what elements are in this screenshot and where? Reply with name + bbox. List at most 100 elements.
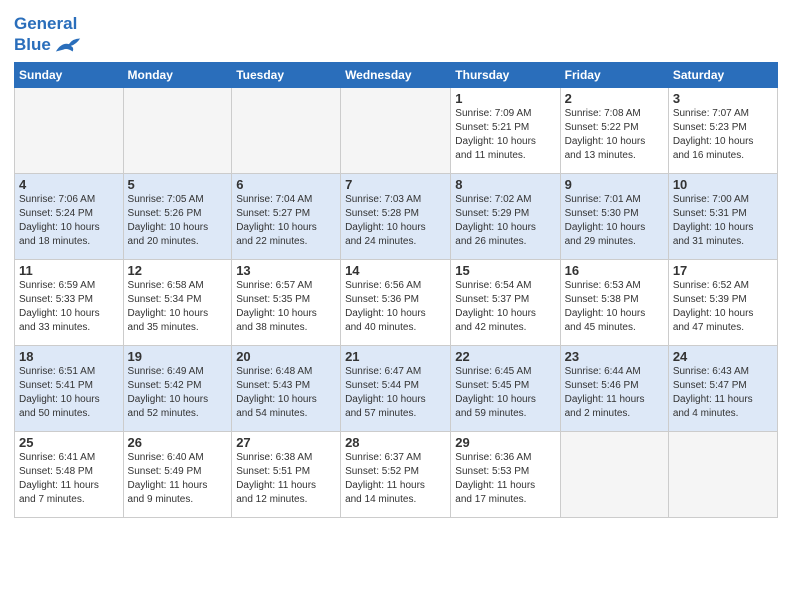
day-number: 20 [236, 349, 336, 364]
day-cell: 28Sunrise: 6:37 AM Sunset: 5:52 PM Dayli… [341, 431, 451, 517]
logo-general: General [14, 14, 77, 33]
day-number: 8 [455, 177, 555, 192]
day-info: Sunrise: 6:53 AM Sunset: 5:38 PM Dayligh… [565, 279, 664, 335]
day-number: 18 [19, 349, 119, 364]
day-cell: 17Sunrise: 6:52 AM Sunset: 5:39 PM Dayli… [668, 259, 777, 345]
day-info: Sunrise: 6:56 AM Sunset: 5:36 PM Dayligh… [345, 279, 446, 335]
day-info: Sunrise: 7:06 AM Sunset: 5:24 PM Dayligh… [19, 193, 119, 249]
day-cell: 16Sunrise: 6:53 AM Sunset: 5:38 PM Dayli… [560, 259, 668, 345]
day-number: 7 [345, 177, 446, 192]
day-cell: 10Sunrise: 7:00 AM Sunset: 5:31 PM Dayli… [668, 173, 777, 259]
day-info: Sunrise: 6:52 AM Sunset: 5:39 PM Dayligh… [673, 279, 773, 335]
day-cell: 21Sunrise: 6:47 AM Sunset: 5:44 PM Dayli… [341, 345, 451, 431]
calendar-table: SundayMondayTuesdayWednesdayThursdayFrid… [14, 62, 778, 518]
day-cell: 4Sunrise: 7:06 AM Sunset: 5:24 PM Daylig… [15, 173, 124, 259]
week-row-5: 25Sunrise: 6:41 AM Sunset: 5:48 PM Dayli… [15, 431, 778, 517]
day-info: Sunrise: 6:57 AM Sunset: 5:35 PM Dayligh… [236, 279, 336, 335]
day-cell [560, 431, 668, 517]
day-number: 25 [19, 435, 119, 450]
day-number: 5 [128, 177, 228, 192]
header: General Blue [14, 10, 778, 56]
col-header-friday: Friday [560, 62, 668, 87]
week-row-2: 4Sunrise: 7:06 AM Sunset: 5:24 PM Daylig… [15, 173, 778, 259]
day-cell [341, 87, 451, 173]
day-info: Sunrise: 7:03 AM Sunset: 5:28 PM Dayligh… [345, 193, 446, 249]
day-info: Sunrise: 6:40 AM Sunset: 5:49 PM Dayligh… [128, 451, 228, 507]
day-cell [15, 87, 124, 173]
day-number: 22 [455, 349, 555, 364]
day-number: 1 [455, 91, 555, 106]
day-info: Sunrise: 6:41 AM Sunset: 5:48 PM Dayligh… [19, 451, 119, 507]
day-number: 14 [345, 263, 446, 278]
day-cell: 24Sunrise: 6:43 AM Sunset: 5:47 PM Dayli… [668, 345, 777, 431]
day-info: Sunrise: 6:59 AM Sunset: 5:33 PM Dayligh… [19, 279, 119, 335]
day-number: 16 [565, 263, 664, 278]
day-info: Sunrise: 7:05 AM Sunset: 5:26 PM Dayligh… [128, 193, 228, 249]
day-number: 3 [673, 91, 773, 106]
day-cell: 27Sunrise: 6:38 AM Sunset: 5:51 PM Dayli… [232, 431, 341, 517]
day-number: 27 [236, 435, 336, 450]
day-info: Sunrise: 6:51 AM Sunset: 5:41 PM Dayligh… [19, 365, 119, 421]
col-header-wednesday: Wednesday [341, 62, 451, 87]
day-cell: 25Sunrise: 6:41 AM Sunset: 5:48 PM Dayli… [15, 431, 124, 517]
day-cell: 13Sunrise: 6:57 AM Sunset: 5:35 PM Dayli… [232, 259, 341, 345]
day-number: 17 [673, 263, 773, 278]
day-number: 24 [673, 349, 773, 364]
day-info: Sunrise: 6:45 AM Sunset: 5:45 PM Dayligh… [455, 365, 555, 421]
day-number: 6 [236, 177, 336, 192]
day-info: Sunrise: 7:07 AM Sunset: 5:23 PM Dayligh… [673, 107, 773, 163]
day-cell: 18Sunrise: 6:51 AM Sunset: 5:41 PM Dayli… [15, 345, 124, 431]
day-cell: 12Sunrise: 6:58 AM Sunset: 5:34 PM Dayli… [123, 259, 232, 345]
day-number: 29 [455, 435, 555, 450]
day-number: 19 [128, 349, 228, 364]
day-info: Sunrise: 6:54 AM Sunset: 5:37 PM Dayligh… [455, 279, 555, 335]
day-number: 2 [565, 91, 664, 106]
week-row-1: 1Sunrise: 7:09 AM Sunset: 5:21 PM Daylig… [15, 87, 778, 173]
day-number: 15 [455, 263, 555, 278]
day-number: 23 [565, 349, 664, 364]
day-cell [123, 87, 232, 173]
day-info: Sunrise: 7:09 AM Sunset: 5:21 PM Dayligh… [455, 107, 555, 163]
logo-bird-icon [54, 34, 82, 56]
day-info: Sunrise: 6:43 AM Sunset: 5:47 PM Dayligh… [673, 365, 773, 421]
day-cell: 11Sunrise: 6:59 AM Sunset: 5:33 PM Dayli… [15, 259, 124, 345]
day-info: Sunrise: 6:36 AM Sunset: 5:53 PM Dayligh… [455, 451, 555, 507]
day-info: Sunrise: 6:58 AM Sunset: 5:34 PM Dayligh… [128, 279, 228, 335]
day-cell: 19Sunrise: 6:49 AM Sunset: 5:42 PM Dayli… [123, 345, 232, 431]
day-cell: 7Sunrise: 7:03 AM Sunset: 5:28 PM Daylig… [341, 173, 451, 259]
day-number: 10 [673, 177, 773, 192]
day-number: 28 [345, 435, 446, 450]
day-info: Sunrise: 6:48 AM Sunset: 5:43 PM Dayligh… [236, 365, 336, 421]
day-number: 26 [128, 435, 228, 450]
day-cell: 14Sunrise: 6:56 AM Sunset: 5:36 PM Dayli… [341, 259, 451, 345]
day-cell: 29Sunrise: 6:36 AM Sunset: 5:53 PM Dayli… [451, 431, 560, 517]
day-cell: 9Sunrise: 7:01 AM Sunset: 5:30 PM Daylig… [560, 173, 668, 259]
day-info: Sunrise: 7:08 AM Sunset: 5:22 PM Dayligh… [565, 107, 664, 163]
day-cell: 23Sunrise: 6:44 AM Sunset: 5:46 PM Dayli… [560, 345, 668, 431]
logo: General Blue [14, 14, 82, 56]
page-container: General Blue SundayMondayTuesdayWednesda… [0, 0, 792, 524]
day-cell: 3Sunrise: 7:07 AM Sunset: 5:23 PM Daylig… [668, 87, 777, 173]
calendar-header-row: SundayMondayTuesdayWednesdayThursdayFrid… [15, 62, 778, 87]
day-info: Sunrise: 7:01 AM Sunset: 5:30 PM Dayligh… [565, 193, 664, 249]
day-cell: 20Sunrise: 6:48 AM Sunset: 5:43 PM Dayli… [232, 345, 341, 431]
day-cell: 15Sunrise: 6:54 AM Sunset: 5:37 PM Dayli… [451, 259, 560, 345]
day-number: 11 [19, 263, 119, 278]
week-row-4: 18Sunrise: 6:51 AM Sunset: 5:41 PM Dayli… [15, 345, 778, 431]
day-info: Sunrise: 6:44 AM Sunset: 5:46 PM Dayligh… [565, 365, 664, 421]
col-header-thursday: Thursday [451, 62, 560, 87]
day-info: Sunrise: 6:47 AM Sunset: 5:44 PM Dayligh… [345, 365, 446, 421]
day-number: 4 [19, 177, 119, 192]
day-cell [668, 431, 777, 517]
day-info: Sunrise: 6:37 AM Sunset: 5:52 PM Dayligh… [345, 451, 446, 507]
day-cell [232, 87, 341, 173]
day-number: 21 [345, 349, 446, 364]
day-cell: 8Sunrise: 7:02 AM Sunset: 5:29 PM Daylig… [451, 173, 560, 259]
day-cell: 1Sunrise: 7:09 AM Sunset: 5:21 PM Daylig… [451, 87, 560, 173]
day-cell: 26Sunrise: 6:40 AM Sunset: 5:49 PM Dayli… [123, 431, 232, 517]
day-cell: 2Sunrise: 7:08 AM Sunset: 5:22 PM Daylig… [560, 87, 668, 173]
day-cell: 6Sunrise: 7:04 AM Sunset: 5:27 PM Daylig… [232, 173, 341, 259]
logo-blue: Blue [14, 35, 51, 55]
day-info: Sunrise: 7:02 AM Sunset: 5:29 PM Dayligh… [455, 193, 555, 249]
day-info: Sunrise: 7:04 AM Sunset: 5:27 PM Dayligh… [236, 193, 336, 249]
